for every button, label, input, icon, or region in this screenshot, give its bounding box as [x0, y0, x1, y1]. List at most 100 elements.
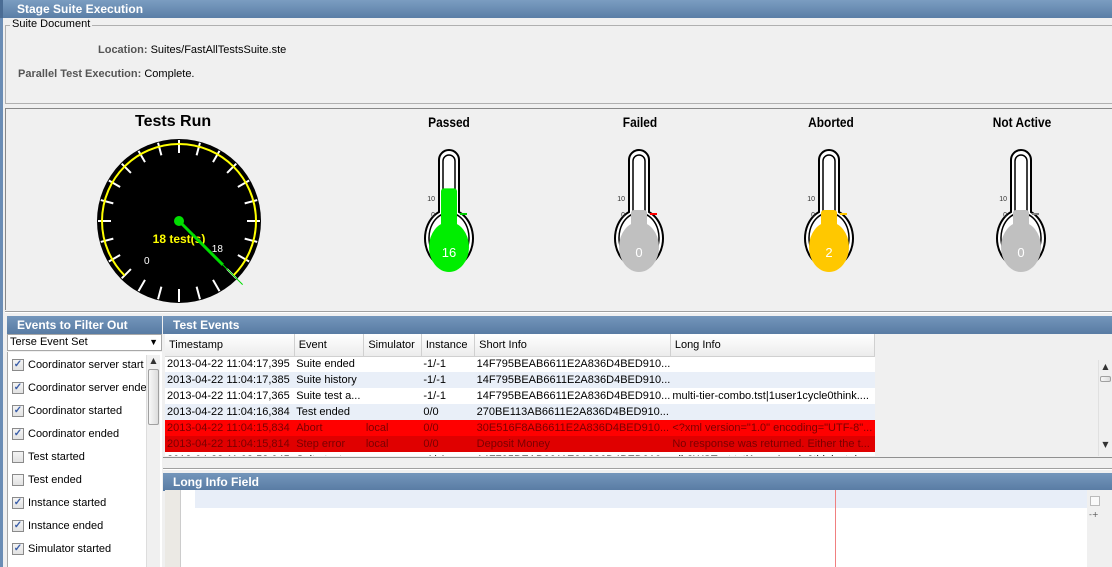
- suite-document-group: [5, 25, 1112, 104]
- filter-item-label: Coordinator server start: [28, 359, 144, 371]
- checkbox[interactable]: [12, 451, 24, 463]
- table-row[interactable]: 2013-04-22 11:04:16,384 Test ended 0/0 270B…: [165, 404, 875, 420]
- table-cell: 30E516F8AB6611E2A836D4BED910...: [474, 420, 671, 436]
- scale-label-10: 10: [427, 196, 435, 203]
- filter-item-label: Coordinator ended: [28, 428, 120, 440]
- suite-document-legend: Suite Document: [10, 18, 93, 30]
- left-border: [0, 18, 3, 567]
- scale-label-0: 0: [811, 212, 815, 219]
- current-line-highlight: [195, 490, 1105, 508]
- filter-item-label: Instance started: [28, 497, 107, 509]
- table-cell: Deposit Money: [474, 436, 671, 452]
- scroll-thumb[interactable]: [1100, 376, 1111, 382]
- scroll-down-icon[interactable]: ▼: [1099, 440, 1112, 449]
- dial-max-label: 18: [212, 244, 224, 255]
- column-header[interactable]: Instance: [421, 334, 476, 357]
- fold-box-icon[interactable]: [1090, 496, 1100, 506]
- pin-icon[interactable]: -+: [1089, 510, 1099, 519]
- filter-item-label: Coordinator started: [28, 405, 123, 417]
- column-header[interactable]: Event: [294, 334, 365, 357]
- scroll-thumb[interactable]: [148, 369, 159, 425]
- column-header[interactable]: Simulator: [363, 334, 422, 357]
- parallel-value: Complete.: [144, 68, 195, 80]
- table-cell: No response was returned. Either the t..…: [670, 436, 875, 452]
- checkbox[interactable]: ✓: [12, 405, 24, 417]
- thermometer-value: 16: [442, 245, 456, 260]
- table-cell: 0/0: [421, 420, 475, 436]
- column-header[interactable]: Short Info: [474, 334, 671, 357]
- table-cell: 2013-04-22 11:04:15,834: [165, 420, 295, 436]
- table-cell: -1/-1: [421, 452, 474, 456]
- filter-item[interactable]: ✓ Instance started: [12, 493, 106, 513]
- filter-item[interactable]: Test started: [12, 447, 85, 467]
- checkbox[interactable]: [12, 474, 24, 486]
- events-panel-header: Test Events: [163, 316, 1112, 334]
- scroll-up-icon[interactable]: ▲: [147, 356, 160, 365]
- filter-item[interactable]: Test ended: [12, 470, 82, 490]
- column-header[interactable]: Long Info: [670, 334, 875, 357]
- table-row[interactable]: 2013-04-22 11:04:17,395 Suite ended -1/-1 1…: [165, 356, 875, 372]
- events-scrollbar[interactable]: ▲ ▼: [1098, 360, 1112, 456]
- checkbox[interactable]: ✓: [12, 359, 24, 371]
- checkbox[interactable]: ✓: [12, 382, 24, 394]
- table-cell: <?xml version="1.0" encoding="UTF-8"...: [670, 420, 875, 436]
- scale-label-0: 0: [431, 212, 435, 219]
- long-info-header: Long Info Field: [163, 473, 1112, 491]
- thermometer-title: Failed: [622, 114, 658, 130]
- table-cell: Test ended: [294, 404, 364, 420]
- table-cell: 14F795BEAB6611E2A836D4BED910...: [475, 452, 671, 456]
- filter-item[interactable]: ✓ Coordinator server start: [12, 355, 144, 375]
- filter-item-label: Simulator started: [28, 543, 112, 555]
- table-cell: -1/-1: [423, 390, 446, 402]
- table-cell: 14F795BEAB6611E2A836D4BED910...: [476, 390, 671, 402]
- checkbox[interactable]: ✓: [12, 428, 24, 440]
- table-cell: 2013-04-22 11:04:17,365: [167, 390, 290, 402]
- thermometer: 10 0 0: [996, 149, 1046, 272]
- thermometer-value: 0: [1017, 245, 1024, 260]
- table-cell: 2013-04-22 11:04:16,384: [165, 404, 295, 420]
- thermometer-title: Not Active: [992, 114, 1052, 130]
- dial-min-label: 0: [144, 256, 150, 267]
- scroll-up-icon[interactable]: ▲: [1099, 362, 1112, 371]
- filter-list-scrollbar[interactable]: ▲: [146, 355, 160, 567]
- filter-item[interactable]: ✓ Simulator started: [12, 539, 111, 559]
- filter-panel-header: Events to Filter Out: [7, 316, 162, 334]
- editor-side-bar: -+: [1087, 490, 1112, 567]
- events-bottom-border: [163, 457, 1112, 459]
- checkbox[interactable]: ✓: [12, 543, 24, 555]
- table-cell: [670, 372, 875, 388]
- filter-item[interactable]: ✓ Instance ended: [12, 516, 103, 536]
- table-cell: [363, 404, 422, 420]
- table-cell: local: [363, 420, 422, 436]
- location-row: Location: Suites/FastAllTestsSuite.ste: [98, 44, 286, 56]
- checkbox[interactable]: ✓: [12, 520, 24, 532]
- splitter-long-info[interactable]: [163, 468, 1112, 470]
- event-set-value: Terse Event Set: [10, 336, 88, 348]
- table-cell: [670, 404, 875, 420]
- events-table-wrap: Timestamp Event Simulator Instance Short Inf…: [165, 334, 875, 456]
- filter-item[interactable]: ✓ Coordinator ended: [12, 424, 119, 444]
- thermometer-title: Aborted: [808, 114, 854, 130]
- table-row[interactable]: 2013-04-22 11:04:15,814 Step error local 0/…: [165, 436, 875, 452]
- filter-event-list: ✓ Coordinator server start ✓ Coordinator se…: [7, 352, 162, 567]
- column-header[interactable]: Timestamp: [165, 334, 295, 357]
- table-row[interactable]: 2013-04-22 11:03:53,045Suite test p... -1…: [165, 452, 875, 456]
- filter-item[interactable]: ✓ Coordinator server ende: [12, 378, 147, 398]
- scale-label-10: 10: [617, 196, 625, 203]
- splitter[interactable]: [5, 311, 1112, 313]
- table-cell: ejb3WSTest.tst|1user1cycle0think.stg|...: [670, 452, 874, 456]
- table-cell: [363, 372, 422, 388]
- dial-hub: [174, 216, 184, 226]
- table-cell: local: [363, 436, 422, 452]
- parallel-label: Parallel Test Execution:: [18, 68, 142, 80]
- table-row[interactable]: 2013-04-22 11:04:17,385 Suite history -1/-…: [165, 372, 875, 388]
- table-row[interactable]: 2013-04-22 11:04:17,365 Suite test a... -1…: [165, 388, 875, 404]
- table-cell: Step error: [294, 436, 364, 452]
- filter-item[interactable]: ✓ Coordinator started: [12, 401, 122, 421]
- event-set-select[interactable]: Terse Event Set ▼: [7, 334, 162, 351]
- table-cell: 2013-04-22 11:03:53,045: [165, 452, 294, 456]
- table-cell: multi-tier-combo.tst|1user1cycle0think..…: [672, 390, 869, 402]
- long-info-editor[interactable]: -+: [165, 490, 1112, 567]
- table-row[interactable]: 2013-04-22 11:04:15,834 Abort local 0/0 30E5…: [165, 420, 875, 436]
- checkbox[interactable]: ✓: [12, 497, 24, 509]
